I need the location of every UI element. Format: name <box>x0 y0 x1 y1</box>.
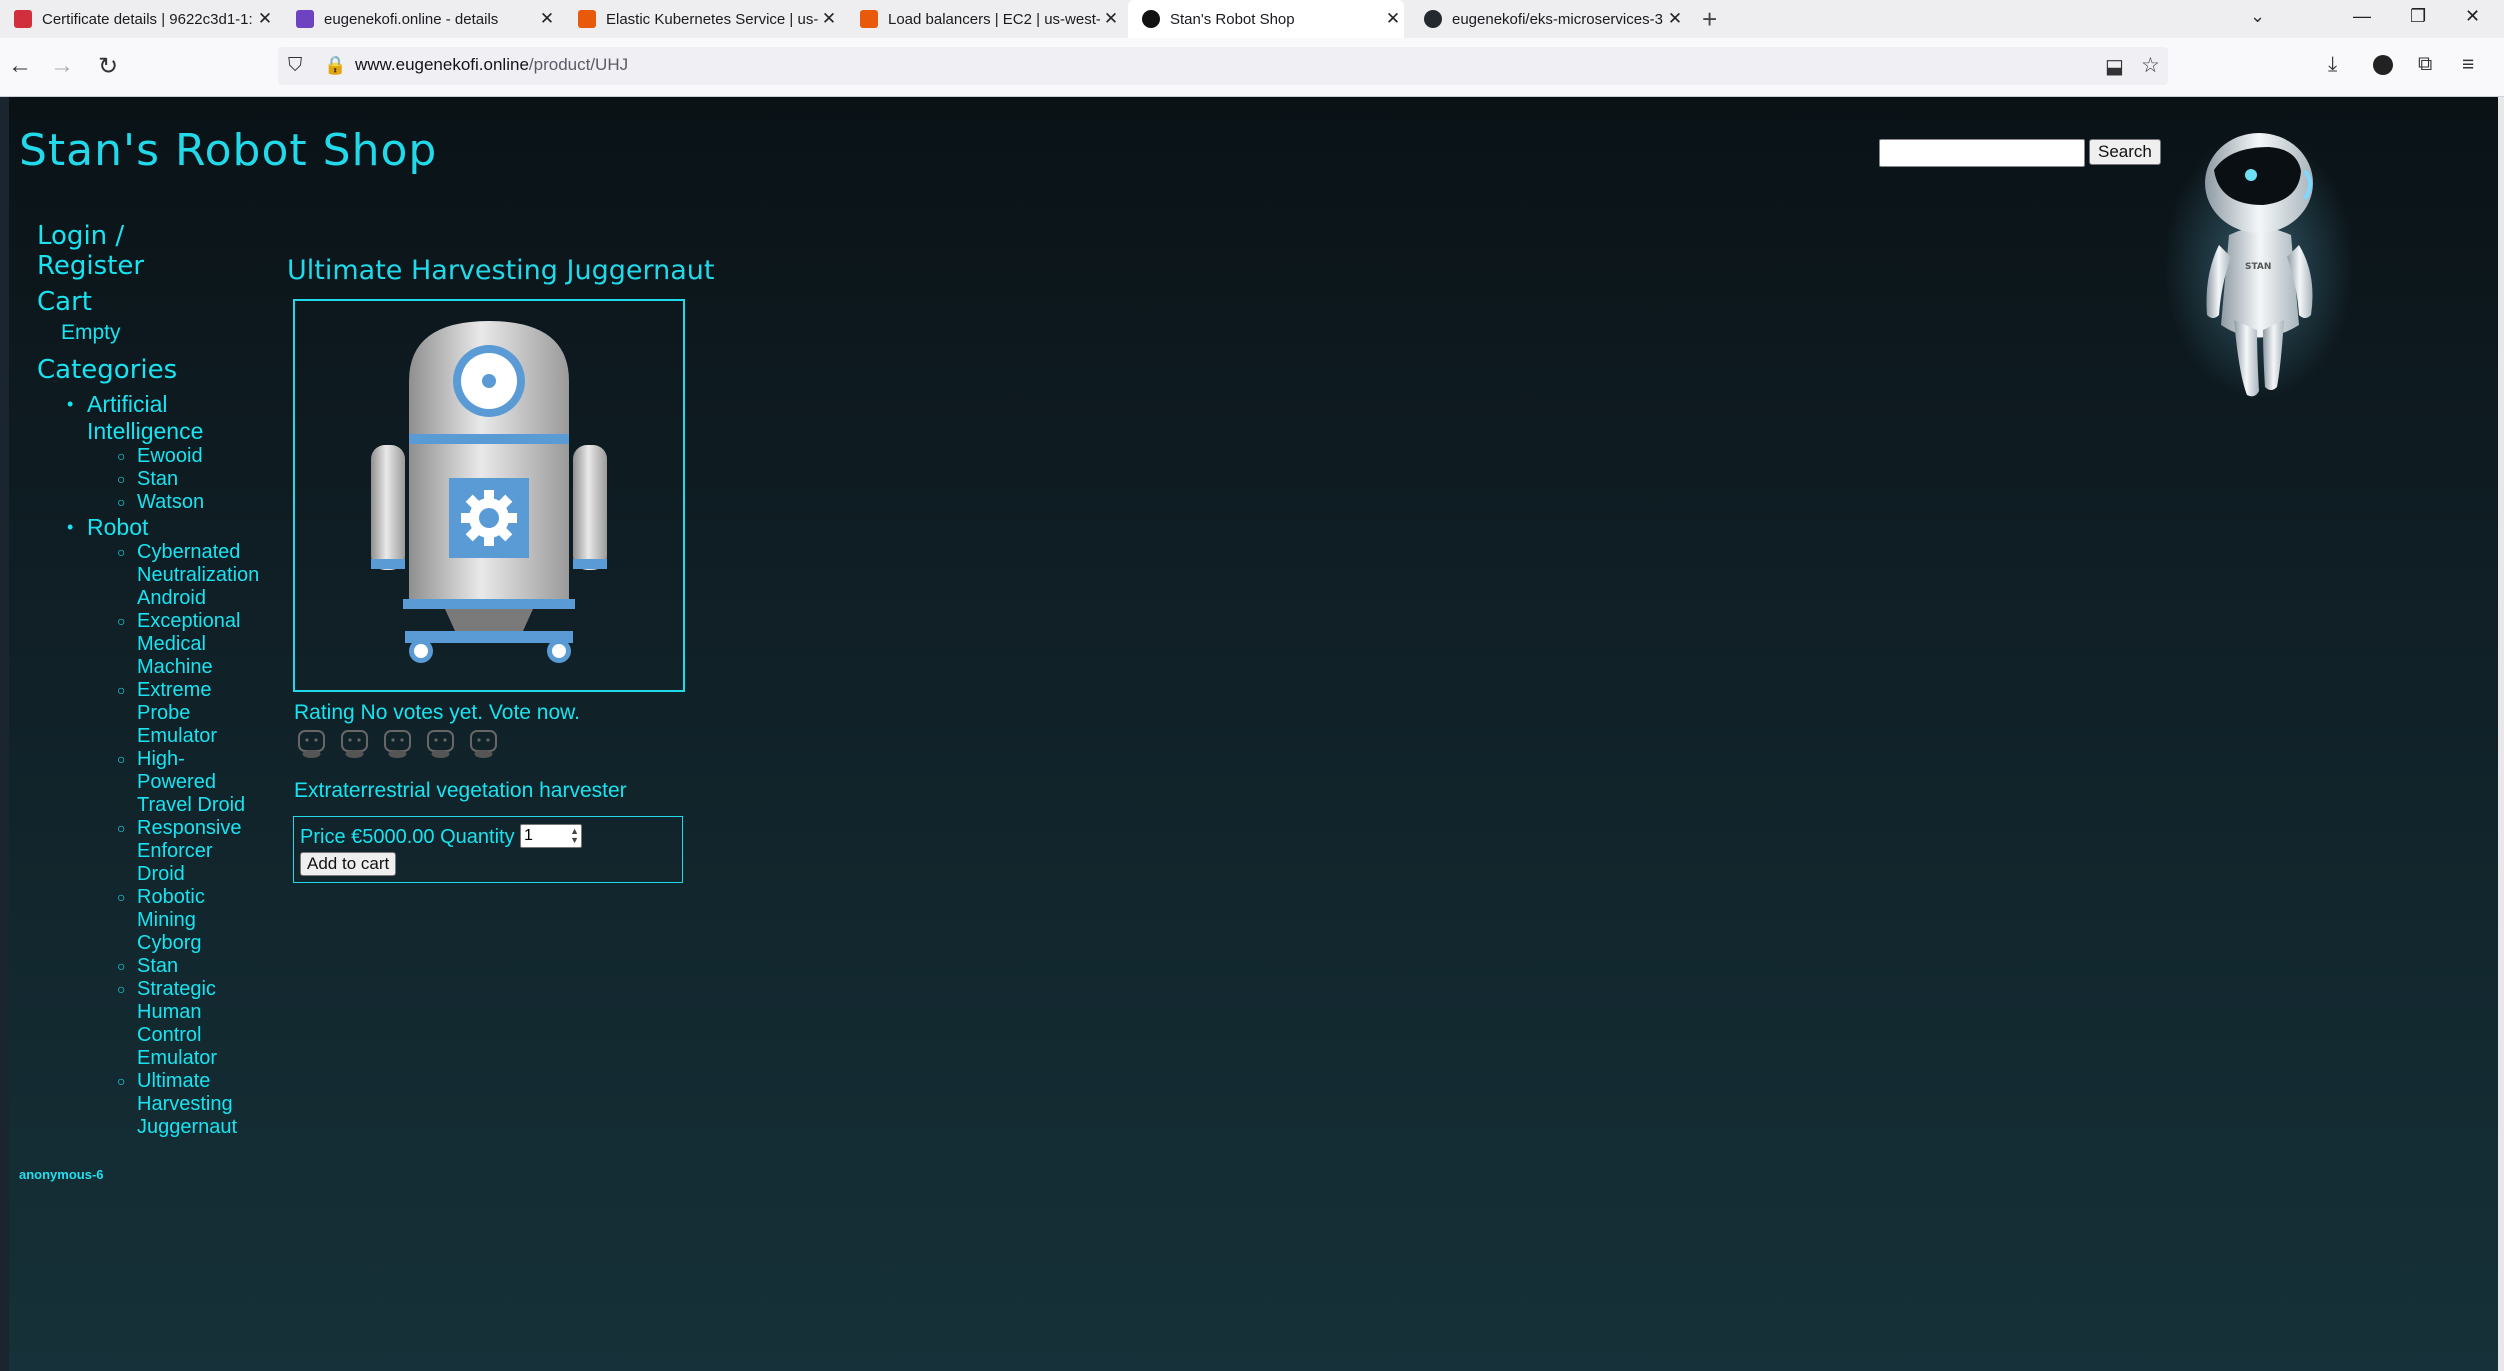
category-item-robotic-mining-cyborg[interactable]: Robotic Mining Cyborg <box>117 886 277 955</box>
category-item-robot-stan[interactable]: Stan <box>117 955 277 978</box>
vote-robot-icon-1[interactable] <box>295 729 328 759</box>
vote-robot-icon-3[interactable] <box>381 729 414 759</box>
mascot-stan-logo: STAN <box>2245 262 2271 272</box>
tab-load-balancers[interactable]: Load balancers | EC2 | us-west-2 ✕ <box>846 0 1122 38</box>
add-to-cart-button[interactable]: Add to cart <box>300 852 397 876</box>
category-item-exceptional-medical-machine[interactable]: Exceptional Medical Machine <box>117 610 277 679</box>
close-icon[interactable]: ✕ <box>254 9 276 29</box>
category-item-ewooid[interactable]: Ewooid <box>117 445 277 468</box>
search-button[interactable]: Search <box>2089 139 2161 165</box>
category-item-strategic-human-control-emulator[interactable]: Strategic Human Control Emulator <box>117 978 277 1070</box>
browser-tab-bar: Certificate details | 9622c3d1-1: ✕ euge… <box>0 0 2504 38</box>
restore-icon[interactable]: ❐ <box>2410 6 2426 27</box>
new-tab-icon[interactable]: + <box>1702 4 1717 35</box>
category-item-cybernated-neutralization-android[interactable]: Cybernated Neutralization Android <box>117 541 277 610</box>
page-scrollbar[interactable] <box>2498 97 2504 1371</box>
category-item-ultimate-harvesting-juggernaut[interactable]: Ultimate Harvesting Juggernaut <box>117 1070 277 1139</box>
product-robot-image <box>371 321 607 663</box>
acm-icon <box>14 10 32 28</box>
back-icon[interactable]: ← <box>8 52 32 80</box>
quantity-spinner-icon[interactable]: ▲ ▼ <box>570 827 579 845</box>
category-item-extreme-probe-emulator[interactable]: Extreme Probe Emulator <box>117 679 277 748</box>
tab-github[interactable]: eugenekofi/eks-microservices-3 ✕ <box>1410 0 1686 38</box>
category-item-high-powered-travel-droid[interactable]: High- Powered Travel Droid <box>117 748 277 817</box>
close-icon[interactable]: ✕ <box>818 9 840 29</box>
close-icon[interactable]: ✕ <box>536 9 558 29</box>
shield-icon[interactable]: ⛉ <box>288 55 302 77</box>
tab-stans-robot-shop[interactable]: Stan's Robot Shop ✕ <box>1128 0 1404 38</box>
page-content: Stan's Robot Shop Search STAN Login / Re… <box>9 97 2498 1371</box>
product-image-frame <box>293 299 685 692</box>
vote-robot-icon-4[interactable] <box>424 729 457 759</box>
rating-text: Rating No votes yet. Vote now. <box>294 701 581 724</box>
sidebar: Login / Register Cart Empty Categories A… <box>37 221 277 1139</box>
close-icon[interactable]: ✕ <box>1382 9 1404 29</box>
account-avatar-icon[interactable] <box>2373 55 2393 75</box>
tab-eugenekofi-details[interactable]: eugenekofi.online - details ✕ <box>282 0 558 38</box>
vote-robot-icon-2[interactable] <box>338 729 371 759</box>
user-id-label: anonymous-6 <box>19 1167 104 1182</box>
stan-mascot-image: STAN <box>2164 130 2354 400</box>
reload-icon[interactable]: ↻ <box>98 52 118 81</box>
ec2-icon <box>860 10 878 28</box>
category-robot[interactable]: Robot <box>67 514 277 541</box>
categories-heading: Categories <box>37 355 178 385</box>
vote-robot-icon-5[interactable] <box>467 729 500 759</box>
close-icon[interactable]: ✕ <box>1664 9 1686 29</box>
category-item-stan[interactable]: Stan <box>117 468 277 491</box>
lock-icon[interactable]: 🔒 <box>324 55 346 76</box>
tab-certificate-details[interactable]: Certificate details | 9622c3d1-1: ✕ <box>0 0 276 38</box>
vote-icons <box>295 729 500 759</box>
category-item-responsive-enforcer-droid[interactable]: Responsive Enforcer Droid <box>117 817 277 886</box>
minimize-icon[interactable]: — <box>2353 6 2371 27</box>
cart-link[interactable]: Cart <box>37 287 277 317</box>
search-input[interactable] <box>1879 139 2085 167</box>
category-artificial-intelligence[interactable]: Artificial Intelligence <box>67 391 277 445</box>
price-box: Price €5000.00 Quantity 1 ▲ ▼ Add to cart <box>293 816 683 883</box>
url-text[interactable]: www.eugenekofi.online/product/UHJ <box>355 55 628 75</box>
downloads-icon[interactable]: ⤓ <box>2328 53 2337 77</box>
page-save-icon[interactable]: ⬓ <box>2105 54 2124 79</box>
product-description: Extraterrestrial vegetation harvester <box>294 779 627 802</box>
tab-eks[interactable]: Elastic Kubernetes Service | us- ✕ <box>564 0 840 38</box>
extensions-icon[interactable]: ⧉ <box>2418 53 2432 76</box>
menu-icon[interactable]: ≡ <box>2462 53 2474 77</box>
browser-nav-bar: ← → ↻ ⛉ 🔒 www.eugenekofi.online/product/… <box>0 38 2504 97</box>
category-item-watson[interactable]: Watson <box>117 491 277 514</box>
robot-shop-icon <box>1142 10 1160 28</box>
cart-status: Empty <box>61 321 121 344</box>
eks-icon <box>578 10 596 28</box>
close-icon[interactable]: ✕ <box>1100 9 1122 29</box>
route53-icon <box>296 10 314 28</box>
bookmark-star-icon[interactable]: ☆ <box>2141 53 2160 78</box>
list-tabs-icon[interactable]: ⌄ <box>2250 6 2265 27</box>
window-close-icon[interactable]: ✕ <box>2465 6 2480 27</box>
price-quantity-label: Price €5000.00 Quantity <box>300 826 515 848</box>
site-title[interactable]: Stan's Robot Shop <box>19 125 437 176</box>
login-register-link[interactable]: Login / Register <box>37 221 277 281</box>
forward-icon[interactable]: → <box>50 52 74 80</box>
quantity-input[interactable]: 1 ▲ ▼ <box>520 824 582 848</box>
github-icon <box>1424 10 1442 28</box>
product-title: Ultimate Harvesting Juggernaut <box>287 255 715 286</box>
